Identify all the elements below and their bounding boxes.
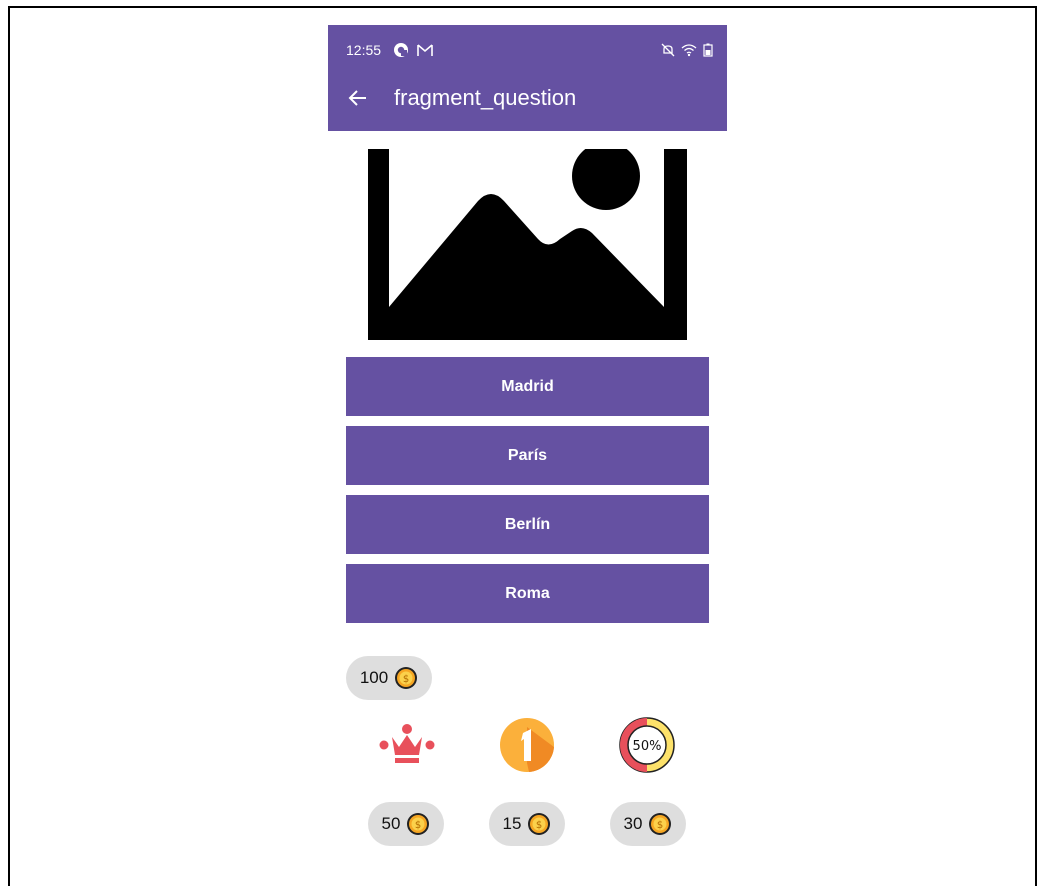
coin-balance-value: 100: [359, 668, 389, 687]
gmail-icon: [417, 44, 433, 56]
answer-button-berlin[interactable]: Berlín: [346, 495, 709, 554]
app-bar: 12:55 fragment_question: [328, 25, 727, 131]
cost-number-one: 15 $: [489, 802, 565, 846]
cost-fifty-percent-value: 30: [623, 814, 643, 833]
svg-text:$: $: [657, 820, 663, 831]
coin-icon: $: [649, 813, 672, 835]
battery-icon: [703, 43, 713, 57]
svg-text:$: $: [403, 674, 409, 685]
wifi-icon: [681, 44, 697, 57]
fifty-percent-label: 50%: [633, 739, 662, 754]
cost-crown: 50 $: [368, 802, 444, 846]
question-image: [368, 142, 687, 340]
arrow-left-icon: [348, 90, 366, 106]
svg-text:$: $: [415, 820, 421, 831]
svg-text:$: $: [536, 820, 542, 831]
cost-crown-value: 50: [381, 814, 401, 833]
powerup-fifty-percent[interactable]: 50%: [617, 715, 677, 775]
cost-fifty-percent: 30 $: [610, 802, 686, 846]
mute-icon: [661, 43, 675, 57]
answer-button-paris[interactable]: París: [346, 426, 709, 485]
back-button[interactable]: [346, 86, 370, 110]
fifty-percent-icon: 50%: [619, 717, 675, 773]
coin-balance: 100 $: [346, 656, 432, 700]
answer-list: Madrid París Berlín Roma: [346, 357, 709, 633]
powerup-number-one[interactable]: [497, 715, 557, 775]
pocket-casts-icon: [394, 43, 409, 57]
answer-button-madrid[interactable]: Madrid: [346, 357, 709, 416]
image-placeholder-icon: [368, 142, 687, 340]
status-time: 12:55: [346, 42, 382, 58]
powerup-row: 50%: [328, 715, 727, 785]
powerup-crown[interactable]: [377, 715, 437, 775]
crown-icon: [379, 724, 435, 763]
page-title: fragment_question: [394, 85, 577, 110]
coin-icon: $: [407, 813, 430, 835]
cost-number-one-value: 15: [502, 814, 522, 833]
coin-icon: $: [528, 813, 551, 835]
status-bar: 12:55: [346, 39, 713, 61]
phone-screen: 12:55 fragment_question Madrid París Ber…: [328, 25, 727, 875]
coin-icon: $: [395, 667, 418, 689]
number-one-icon: [500, 718, 554, 772]
answer-button-roma[interactable]: Roma: [346, 564, 709, 623]
toolbar: fragment_question: [346, 81, 576, 115]
